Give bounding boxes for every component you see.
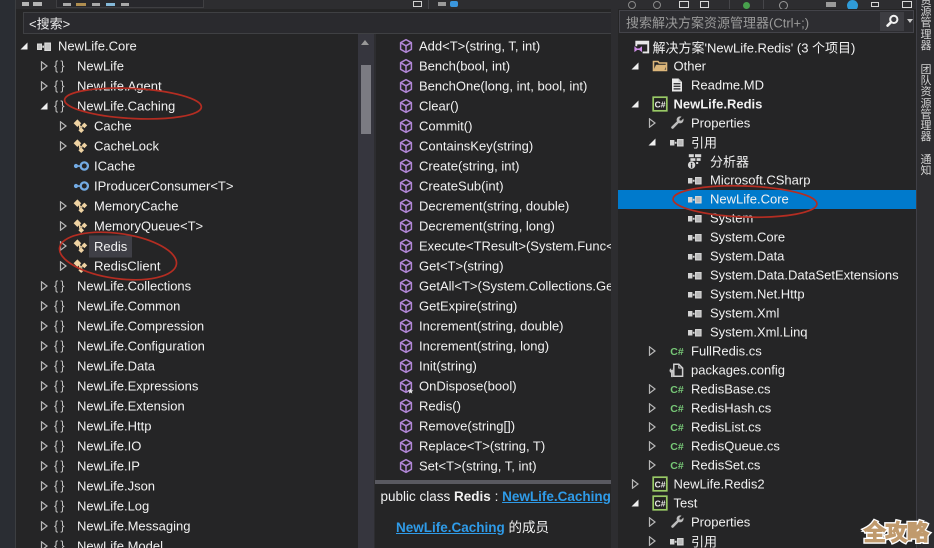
svg-text:C#: C# <box>670 422 684 434</box>
svg-text:C#: C# <box>670 403 684 415</box>
svg-text:C#: C# <box>670 441 684 453</box>
svg-text:C#: C# <box>670 346 684 358</box>
svg-text:C#: C# <box>670 460 684 472</box>
svg-text:C#: C# <box>654 479 665 489</box>
svg-text:C#: C# <box>670 384 684 396</box>
svg-text:C#: C# <box>654 498 665 508</box>
svg-text:C#: C# <box>654 99 665 109</box>
